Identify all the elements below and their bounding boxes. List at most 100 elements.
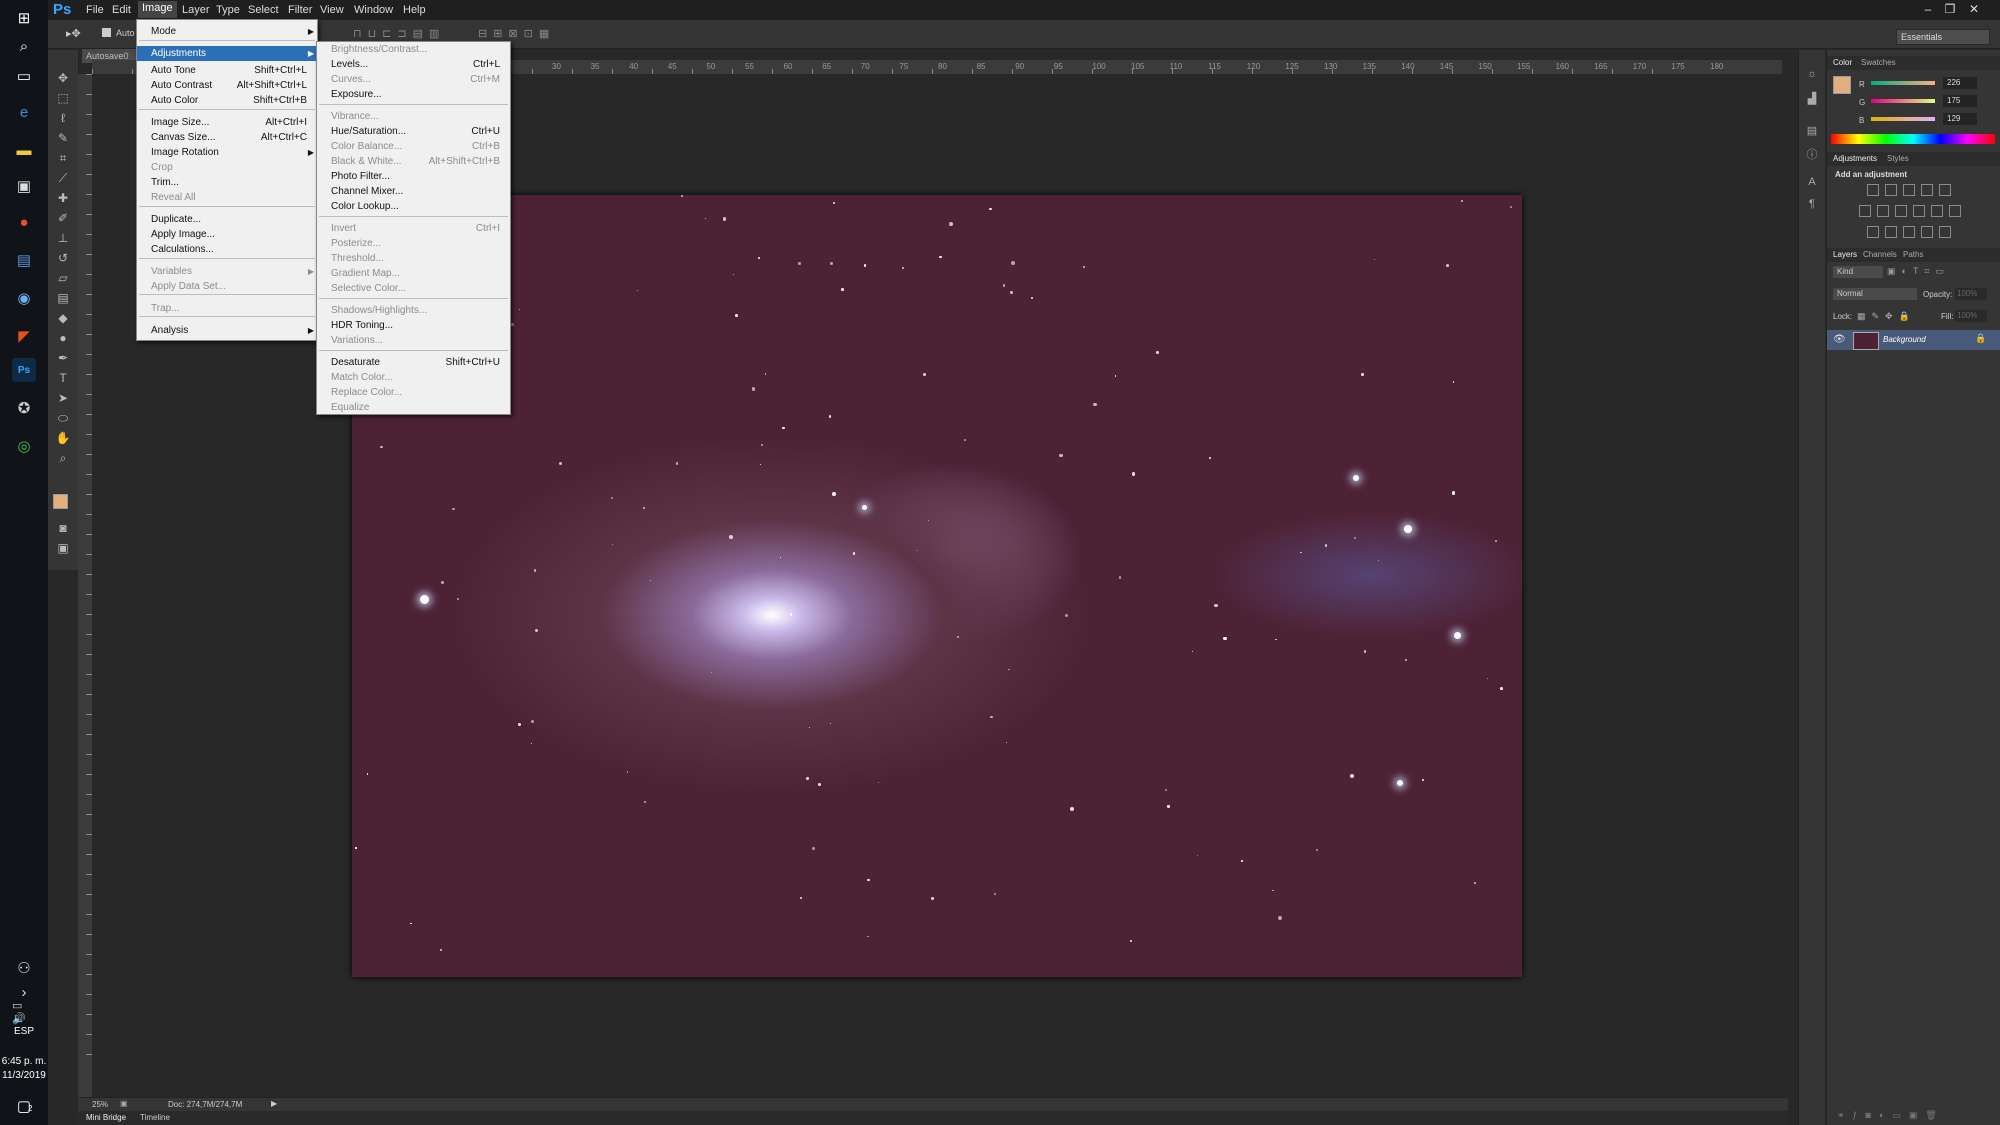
tab-swatches[interactable]: Swatches bbox=[1861, 58, 1896, 67]
channel-r-value[interactable]: 226 bbox=[1943, 77, 1977, 89]
menu-help[interactable]: Help bbox=[403, 4, 426, 16]
menu-item-desaturate[interactable]: Desaturate Shift+Ctrl+U bbox=[317, 355, 510, 370]
character-icon[interactable]: A bbox=[1804, 176, 1820, 192]
invert-adj-icon[interactable] bbox=[1867, 226, 1879, 238]
menu-item-auto-contrast[interactable]: Auto Contrast Alt+Shift+Ctrl+L bbox=[137, 78, 317, 93]
menu-layer[interactable]: Layer bbox=[182, 4, 210, 16]
channel-g-value[interactable]: 175 bbox=[1943, 95, 1977, 107]
zoom-tool-icon[interactable]: ⌕ bbox=[53, 450, 73, 466]
menu-item-auto-tone[interactable]: Auto Tone Shift+Ctrl+L bbox=[137, 63, 317, 78]
align-icons[interactable]: ⊓⊔⊏⊐▤▥ bbox=[353, 27, 445, 40]
properties-icon[interactable]: ▤ bbox=[1804, 124, 1820, 140]
chrome-icon[interactable]: ● bbox=[12, 210, 36, 234]
dodge-tool-icon[interactable]: ● bbox=[53, 330, 73, 346]
fill-field[interactable]: 100% bbox=[1955, 310, 1987, 322]
lasso-tool-icon[interactable]: ℓ bbox=[53, 110, 73, 126]
menu-item-channel-mixer[interactable]: Channel Mixer... bbox=[317, 184, 510, 199]
status-menu-arrow-icon[interactable]: ▶ bbox=[271, 1099, 277, 1108]
tab-channels[interactable]: Channels bbox=[1863, 250, 1897, 259]
color-spectrum-bar[interactable] bbox=[1831, 134, 1995, 144]
color-fg-swatch[interactable] bbox=[1833, 76, 1851, 94]
search-icon[interactable]: ⌕ bbox=[12, 34, 36, 58]
menu-item-auto-color[interactable]: Auto Color Shift+Ctrl+B bbox=[137, 93, 317, 108]
people-icon[interactable]: ⚇ bbox=[12, 956, 36, 980]
brightness-adj-icon[interactable] bbox=[1867, 184, 1879, 196]
tab-styles[interactable]: Styles bbox=[1887, 154, 1909, 163]
edge-browser-icon[interactable]: e bbox=[12, 100, 36, 124]
tab-color[interactable]: Color bbox=[1833, 58, 1852, 67]
menu-type[interactable]: Type bbox=[216, 4, 240, 16]
layer-footer-icons[interactable]: ⚭ƒ◙◐▭▣🗑 bbox=[1837, 1110, 1945, 1121]
menu-window[interactable]: Window bbox=[354, 4, 393, 16]
layer-row-background[interactable]: 👁 Background 🔒 bbox=[1827, 330, 2000, 350]
gradient-tool-icon[interactable]: ▤ bbox=[53, 290, 73, 306]
menu-item-apply-image[interactable]: Apply Image... bbox=[137, 227, 317, 242]
type-tool-icon[interactable]: T bbox=[53, 370, 73, 386]
auto-select-checkbox[interactable] bbox=[102, 28, 111, 37]
tab-adjustments[interactable]: Adjustments bbox=[1833, 154, 1877, 163]
blend-mode-select[interactable]: Normal bbox=[1833, 288, 1917, 300]
photoshop-taskbar-icon[interactable]: Ps bbox=[12, 358, 36, 382]
info-icon[interactable]: ⓘ bbox=[1804, 146, 1820, 162]
distribute-icons[interactable]: ⊟⊞⊠⊡▦ bbox=[478, 27, 555, 40]
status-icon[interactable]: ▣ bbox=[120, 1099, 128, 1108]
exposure-adj-icon[interactable] bbox=[1921, 184, 1933, 196]
healing-tool-icon[interactable]: ✚ bbox=[53, 190, 73, 206]
stamp-tool-icon[interactable]: ⊥ bbox=[53, 230, 73, 246]
path-select-tool-icon[interactable]: ➤ bbox=[53, 390, 73, 406]
history-brush-icon[interactable]: ↺ bbox=[53, 250, 73, 266]
menu-view[interactable]: View bbox=[320, 4, 344, 16]
network-volume-icon[interactable]: ▭ 🔊 bbox=[12, 1000, 36, 1025]
layer-filter-kind[interactable]: Kind bbox=[1833, 266, 1883, 278]
move-tool-preset-icon[interactable]: ▸✥ bbox=[66, 27, 81, 40]
opacity-field[interactable]: 100% bbox=[1955, 288, 1987, 300]
menu-item-analysis[interactable]: Analysis ▶ bbox=[137, 323, 317, 338]
black-white-adj-icon[interactable] bbox=[1895, 205, 1907, 217]
menu-item-exposure[interactable]: Exposure... bbox=[317, 87, 510, 102]
file-explorer-icon[interactable]: ▬ bbox=[12, 138, 36, 162]
hand-tool-icon[interactable]: ✋ bbox=[53, 430, 73, 446]
hue-sat-adj-icon[interactable] bbox=[1859, 205, 1871, 217]
menu-item-levels[interactable]: Levels... Ctrl+L bbox=[317, 57, 510, 72]
menu-item-trim[interactable]: Trim... bbox=[137, 175, 317, 190]
menu-item-image-size[interactable]: Image Size... Alt+Ctrl+I bbox=[137, 115, 317, 130]
quick-mask-icon[interactable]: ◙ bbox=[53, 520, 73, 536]
close-icon[interactable]: ✕ bbox=[1964, 2, 1984, 16]
menu-item-canvas-size[interactable]: Canvas Size... Alt+Ctrl+C bbox=[137, 130, 317, 145]
menu-image[interactable]: Image bbox=[138, 1, 177, 18]
crop-tool-icon[interactable]: ⌗ bbox=[53, 150, 73, 166]
photos-app-icon[interactable]: ▤ bbox=[12, 248, 36, 272]
menu-edit[interactable]: Edit bbox=[112, 4, 131, 16]
posterize-adj-icon[interactable] bbox=[1885, 226, 1897, 238]
clock-time[interactable]: 6:45 p. m. bbox=[0, 1056, 48, 1067]
tab-timeline[interactable]: Timeline bbox=[140, 1113, 170, 1122]
sun-icon[interactable]: ☼ bbox=[1804, 68, 1820, 84]
channel-b-value[interactable]: 129 bbox=[1943, 113, 1977, 125]
minimize-icon[interactable]: – bbox=[1918, 2, 1938, 16]
menu-item-hdr-toning[interactable]: HDR Toning... bbox=[317, 318, 510, 333]
eyedropper-tool-icon[interactable]: ⟋ bbox=[53, 170, 73, 186]
layer-filter-icons[interactable]: ▣◐T⌗▭ bbox=[1887, 266, 1950, 277]
histogram-icon[interactable]: ▟ bbox=[1804, 92, 1820, 108]
windows-start-icon[interactable]: ⊞ bbox=[12, 6, 36, 30]
lock-icons[interactable]: ▦✎✥🔒 bbox=[1857, 311, 1916, 322]
document-image-orion-nebula[interactable] bbox=[352, 195, 1522, 977]
menu-item-image-rotation[interactable]: Image Rotation ▶ bbox=[137, 145, 317, 160]
move-tool-icon[interactable]: ✥ bbox=[53, 70, 73, 86]
threshold-adj-icon[interactable] bbox=[1903, 226, 1915, 238]
quick-select-tool-icon[interactable]: ✎ bbox=[53, 130, 73, 146]
layer-name[interactable]: Background bbox=[1883, 335, 1926, 344]
zoom-level[interactable]: 25% bbox=[92, 1100, 108, 1109]
color-balance-adj-icon[interactable] bbox=[1877, 205, 1889, 217]
whatsapp-icon[interactable]: ◎ bbox=[12, 434, 36, 458]
pen-tool-icon[interactable]: ✒ bbox=[53, 350, 73, 366]
foreground-color-swatch[interactable] bbox=[53, 494, 68, 509]
screen-mode-icon[interactable]: ▣ bbox=[53, 540, 73, 556]
language-indicator[interactable]: ESP bbox=[0, 1026, 48, 1037]
color-lookup-adj-icon[interactable] bbox=[1949, 205, 1961, 217]
steam-icon[interactable]: ◉ bbox=[12, 286, 36, 310]
brush-tool-icon[interactable]: ✐ bbox=[53, 210, 73, 226]
shape-tool-icon[interactable]: ⬭ bbox=[53, 410, 73, 426]
selective-color-adj-icon[interactable] bbox=[1921, 226, 1933, 238]
clock-date[interactable]: 11/3/2019 bbox=[0, 1070, 48, 1081]
